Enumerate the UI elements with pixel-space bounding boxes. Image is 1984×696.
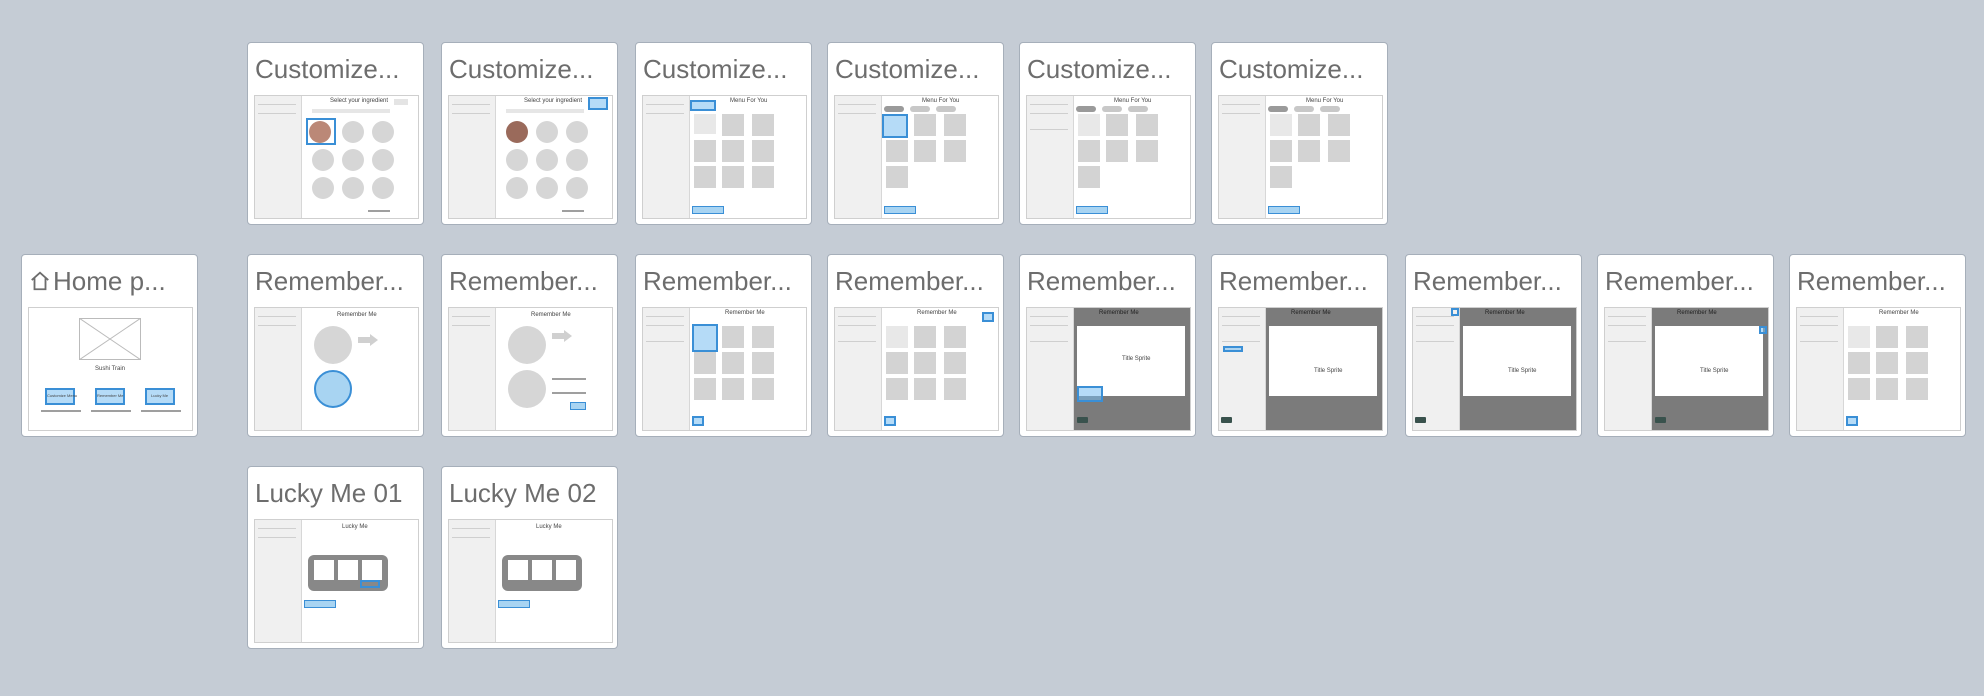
card-remember-4[interactable]: Remember... Remember Me [827, 254, 1004, 437]
home-icon [31, 271, 49, 291]
card-title: Remember... [1797, 266, 1946, 296]
card-remember-9[interactable]: Remember... Remember Me [1789, 254, 1966, 437]
card-remember-5[interactable]: Remember... Remember Me Title Sprite [1019, 254, 1196, 437]
card-customize-5[interactable]: Customize... Menu For You [1019, 42, 1196, 225]
thumb-title: Menu For You [1306, 98, 1344, 104]
thumb-title: Menu For You [1114, 98, 1152, 104]
thumbnail: Lucky Me [254, 519, 419, 643]
card-title: Customize... [835, 54, 980, 84]
thumbnail: Select your ingredient [448, 95, 613, 219]
card-title-text: Home p... [53, 266, 166, 296]
card-title: Remember... [835, 266, 984, 296]
card-customize-2[interactable]: Customize... Select your ingredient [441, 42, 618, 225]
image-placeholder [79, 318, 141, 360]
thumb-title: Lucky Me [342, 524, 368, 530]
thumb-title: Remember Me [1677, 310, 1717, 316]
thumbnail: Sushi Train Customize Menu Remember Me L… [28, 307, 193, 431]
thumbnail: Remember Me Title Sprite [1218, 307, 1383, 431]
thumbnail: Menu For You [1218, 95, 1383, 219]
thumb-title: Select your ingredient [330, 98, 389, 104]
card-title: Customize... [449, 54, 594, 84]
card-title: Remember... [1413, 266, 1562, 296]
card-customize-3[interactable]: Customize... Menu For You [635, 42, 812, 225]
card-title: Customize... [643, 54, 788, 84]
thumbnail: Lucky Me [448, 519, 613, 643]
card-title: Lucky Me 02 [449, 478, 597, 508]
thumb-title: Menu For You [730, 98, 768, 104]
card-home-page[interactable]: Home p... Sushi Train Customize Menu Rem… [21, 254, 198, 437]
card-remember-8[interactable]: Remember... Remember Me Title Sprite [1597, 254, 1774, 437]
modal-text: Title Sprite [1314, 368, 1343, 374]
card-remember-2[interactable]: Remember... Remember Me [441, 254, 618, 437]
thumbnail: Remember Me Title Sprite [1026, 307, 1191, 431]
thumbnail: Menu For You [1026, 95, 1191, 219]
card-title: Customize... [1219, 54, 1364, 84]
modal-text: Title Sprite [1508, 368, 1537, 374]
thumbnail: Remember Me [254, 307, 419, 431]
thumbnail: Select your ingredient [254, 95, 419, 219]
arrow-right-icon [552, 330, 572, 342]
card-lucky-1[interactable]: Lucky Me 01 Lucky Me [247, 466, 424, 649]
thumbnail: Remember Me Title Sprite [1604, 307, 1769, 431]
card-title: Remember... [1605, 266, 1754, 296]
card-title: Customize... [255, 54, 400, 84]
card-title: Remember... [255, 266, 404, 296]
thumb-title: Remember Me [1485, 310, 1525, 316]
thumbnail: Menu For You [642, 95, 807, 219]
thumbnail: Remember Me [1796, 307, 1961, 431]
card-remember-7[interactable]: Remember... Remember Me Title Sprite [1405, 254, 1582, 437]
thumb-title: Remember Me [1879, 310, 1919, 316]
thumb-title: Remember Me [917, 310, 957, 316]
thumb-title: Menu For You [922, 98, 960, 104]
thumb-title: Sushi Train [95, 366, 126, 372]
card-customize-1[interactable]: Customize... Select your ingredient [247, 42, 424, 225]
thumb-title: Lucky Me [536, 524, 562, 530]
modal-text: Title Sprite [1122, 356, 1151, 362]
home-button-lucky[interactable]: Lucky Me [151, 393, 168, 398]
card-customize-6[interactable]: Customize... Menu For You [1211, 42, 1388, 225]
thumbnail: Remember Me [834, 307, 999, 431]
thumb-title: Remember Me [1291, 310, 1331, 316]
arrow-right-icon [358, 334, 378, 346]
card-title: Remember... [1027, 266, 1176, 296]
card-title: Lucky Me 01 [255, 478, 403, 508]
card-lucky-2[interactable]: Lucky Me 02 Lucky Me [441, 466, 618, 649]
card-customize-4[interactable]: Customize... Menu For You [827, 42, 1004, 225]
thumb-title: Remember Me [531, 312, 571, 318]
home-button-remember[interactable]: Remember Me [97, 393, 123, 398]
card-title: Remember... [643, 266, 792, 296]
thumbnail: Remember Me [642, 307, 807, 431]
thumb-title: Remember Me [337, 312, 377, 318]
card-title: Home p... [29, 266, 193, 296]
thumbnail: Remember Me [448, 307, 613, 431]
thumbnail: Remember Me Title Sprite [1412, 307, 1577, 431]
modal-text: Title Sprite [1700, 368, 1729, 374]
home-button-customize[interactable]: Customize Menu [47, 393, 77, 398]
card-remember-6[interactable]: Remember... Remember Me Title Sprite [1211, 254, 1388, 437]
card-title: Customize... [1027, 54, 1172, 84]
thumbnail: Menu For You [834, 95, 999, 219]
card-remember-3[interactable]: Remember... Remember Me [635, 254, 812, 437]
thumb-title: Remember Me [725, 310, 765, 316]
thumb-title: Remember Me [1099, 310, 1139, 316]
thumb-title: Select your ingredient [524, 98, 583, 104]
card-title: Remember... [1219, 266, 1368, 296]
card-title: Remember... [449, 266, 598, 296]
card-remember-1[interactable]: Remember... Remember Me [247, 254, 424, 437]
